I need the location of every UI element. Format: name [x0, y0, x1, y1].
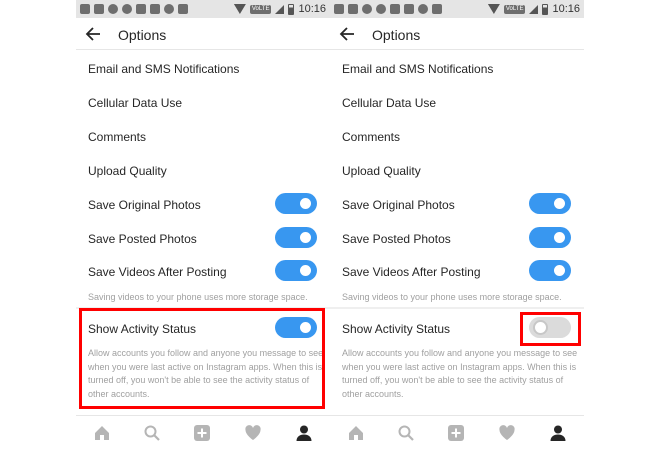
heart-icon[interactable]: [244, 424, 262, 442]
wifi-icon: [487, 4, 500, 14]
activity-status-highlight-box: [79, 308, 325, 409]
upload-quality-item[interactable]: Upload Quality: [88, 164, 167, 178]
search-icon[interactable]: [397, 424, 415, 442]
messenger-icon: [376, 4, 386, 14]
minus-circle-icon: [418, 4, 428, 14]
email-sms-notifications-item[interactable]: Email and SMS Notifications: [88, 62, 239, 76]
section-divider: [330, 307, 584, 309]
signal-icon: [529, 4, 539, 14]
save-original-photos-toggle[interactable]: [275, 193, 317, 214]
toggle-knob: [298, 230, 313, 245]
activity-status-note: Allow accounts you follow and anyone you…: [342, 348, 578, 399]
back-arrow-icon[interactable]: [85, 26, 101, 42]
save-posted-photos-label: Save Posted Photos: [88, 232, 197, 246]
gallery-icon: [334, 4, 344, 14]
save-posted-photos-label: Save Posted Photos: [342, 232, 451, 246]
home-icon[interactable]: [93, 424, 111, 442]
save-videos-note: Saving videos to your phone uses more st…: [88, 292, 308, 302]
save-videos-toggle[interactable]: [529, 260, 571, 281]
settings-list: Email and SMS Notifications Cellular Dat…: [330, 50, 584, 415]
header: Options: [76, 18, 330, 50]
comments-item[interactable]: Comments: [342, 130, 400, 144]
heart-icon[interactable]: [498, 424, 516, 442]
photos-icon: [150, 4, 160, 14]
save-original-photos-label: Save Original Photos: [342, 198, 455, 212]
calendar-icon: [390, 4, 400, 14]
toggle-knob: [298, 263, 313, 278]
page-title: Options: [118, 27, 167, 43]
home-icon[interactable]: [347, 424, 365, 442]
options-screen-after: VoLTE 10:16 Options Email and SMS Notifi…: [330, 0, 584, 450]
image-icon: [94, 4, 104, 14]
activity-toggle-highlight-box: [520, 312, 581, 346]
status-time: 10:16: [552, 3, 580, 15]
add-post-icon[interactable]: [193, 424, 211, 442]
save-videos-toggle[interactable]: [275, 260, 317, 281]
wifi-icon: [233, 4, 246, 14]
save-original-photos-label: Save Original Photos: [88, 198, 201, 212]
save-posted-photos-toggle[interactable]: [529, 227, 571, 248]
calendar-icon: [136, 4, 146, 14]
cellular-data-use-item[interactable]: Cellular Data Use: [342, 96, 436, 110]
add-post-icon[interactable]: [447, 424, 465, 442]
save-videos-label: Save Videos After Posting: [88, 265, 227, 279]
minus-circle-icon: [164, 4, 174, 14]
battery-icon: [288, 3, 295, 15]
toggle-knob: [552, 230, 567, 245]
photos-icon: [404, 4, 414, 14]
save-videos-note: Saving videos to your phone uses more st…: [342, 292, 562, 302]
show-activity-status-label: Show Activity Status: [342, 322, 451, 336]
whatsapp-icon: [108, 4, 118, 14]
messenger-icon: [122, 4, 132, 14]
toggle-knob: [298, 196, 313, 211]
search-icon[interactable]: [143, 424, 161, 442]
save-posted-photos-toggle[interactable]: [275, 227, 317, 248]
image-icon: [348, 4, 358, 14]
status-bar: VoLTE 10:16: [330, 0, 584, 18]
page-title: Options: [372, 27, 421, 43]
network-badge: VoLTE: [249, 4, 272, 14]
toggle-knob: [552, 196, 567, 211]
profile-icon[interactable]: [549, 424, 567, 442]
network-badge: VoLTE: [503, 4, 526, 14]
app-icon: [178, 4, 188, 14]
status-time: 10:16: [298, 3, 326, 15]
signal-icon: [275, 4, 285, 14]
save-videos-label: Save Videos After Posting: [342, 265, 481, 279]
whatsapp-icon: [362, 4, 372, 14]
profile-icon[interactable]: [295, 424, 313, 442]
bottom-tab-bar: [76, 415, 330, 450]
app-icon: [432, 4, 442, 14]
save-original-photos-toggle[interactable]: [529, 193, 571, 214]
notification-icons: [80, 4, 188, 14]
bottom-tab-bar: [330, 415, 584, 450]
header: Options: [330, 18, 584, 50]
toggle-knob: [552, 263, 567, 278]
notification-icons: [334, 4, 442, 14]
upload-quality-item[interactable]: Upload Quality: [342, 164, 421, 178]
back-arrow-icon[interactable]: [339, 26, 355, 42]
status-bar: VoLTE 10:16: [76, 0, 330, 18]
email-sms-notifications-item[interactable]: Email and SMS Notifications: [342, 62, 493, 76]
comments-item[interactable]: Comments: [88, 130, 146, 144]
gallery-icon: [80, 4, 90, 14]
battery-icon: [542, 3, 549, 15]
cellular-data-use-item[interactable]: Cellular Data Use: [88, 96, 182, 110]
